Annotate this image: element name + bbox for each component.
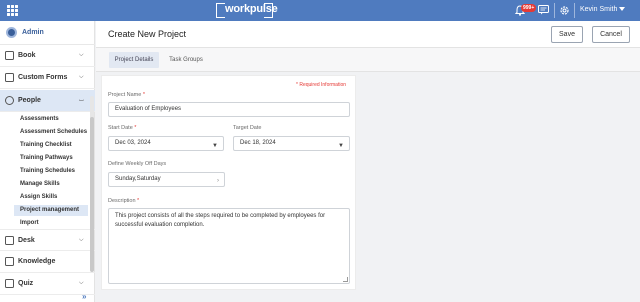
start-date-select[interactable]: Dec 03, 2024 ▼ bbox=[108, 136, 224, 151]
brand-logo-left-bracket bbox=[216, 3, 225, 18]
target-date-label: Target Date bbox=[233, 125, 262, 131]
sidebar-subitem-training-schedules[interactable]: Training Schedules bbox=[20, 168, 75, 174]
chevron-down-icon[interactable] bbox=[619, 7, 625, 11]
target-date-select[interactable]: Dec 18, 2024 ▼ bbox=[233, 136, 350, 151]
admin-label: Admin bbox=[22, 29, 44, 36]
tab-task-groups[interactable]: Task Groups bbox=[164, 52, 208, 68]
knowledge-icon bbox=[5, 257, 14, 266]
project-name-value: Evaluation of Employees bbox=[115, 106, 182, 112]
sidebar-subitem-training-pathways[interactable]: Training Pathways bbox=[20, 155, 73, 161]
sidebar-item-label: Quiz bbox=[18, 280, 34, 287]
brand-logo-right-bracket bbox=[264, 3, 273, 18]
chevron-right-icon: › bbox=[217, 178, 219, 184]
people-icon bbox=[5, 96, 14, 105]
sidebar-item-custom-forms[interactable]: Custom Forms ⌵ bbox=[0, 67, 95, 89]
desk-icon bbox=[5, 236, 14, 245]
sidebar-subitem-manage-skills[interactable]: Manage Skills bbox=[20, 181, 60, 187]
sidebar-item-quiz[interactable]: Quiz ⌵ bbox=[0, 273, 95, 295]
description-value: This project consists of all the steps r… bbox=[115, 213, 326, 228]
sidebar-subitem-assessments[interactable]: Assessments bbox=[20, 116, 59, 122]
quiz-icon bbox=[5, 279, 14, 288]
sidebar-subitem-assign-skills[interactable]: Assign Skills bbox=[20, 194, 57, 200]
sidebar-scrollbar-thumb[interactable] bbox=[90, 117, 94, 272]
save-button[interactable]: Save bbox=[551, 26, 583, 43]
target-date-value: Dec 18, 2024 bbox=[240, 140, 276, 146]
cancel-button[interactable]: Cancel bbox=[592, 26, 630, 43]
start-date-value: Dec 03, 2024 bbox=[115, 140, 151, 146]
topbar-divider bbox=[574, 3, 575, 18]
chevron-down-icon: ⌵ bbox=[79, 52, 84, 58]
chevron-down-icon: ▼ bbox=[212, 143, 218, 149]
apps-grid-icon[interactable] bbox=[7, 5, 18, 16]
description-textarea[interactable]: This project consists of all the steps r… bbox=[108, 208, 350, 284]
chevron-down-icon: ▼ bbox=[338, 143, 344, 149]
top-bar: workpulse 999+ Kevin Smith bbox=[0, 0, 640, 21]
textarea-resize-handle[interactable] bbox=[343, 277, 348, 282]
sidebar-item-label: Desk bbox=[18, 237, 35, 244]
weekly-off-days-select[interactable]: Sunday,Saturday › bbox=[108, 172, 225, 187]
sidebar-item-label: Custom Forms bbox=[18, 74, 68, 81]
notification-badge: 999+ bbox=[521, 4, 537, 12]
tab-bar: Project Details Task Groups bbox=[96, 48, 640, 72]
project-name-input[interactable]: Evaluation of Employees bbox=[108, 102, 350, 117]
gear-icon[interactable] bbox=[559, 5, 570, 16]
topbar-divider bbox=[554, 3, 555, 18]
sidebar-item-label: Book bbox=[18, 52, 36, 59]
chevron-down-icon: ⌵ bbox=[79, 74, 84, 80]
sidebar-subitem-import[interactable]: Import bbox=[20, 220, 39, 226]
admin-icon bbox=[6, 27, 17, 38]
sidebar-subitem-assessment-schedules[interactable]: Assessment Schedules bbox=[20, 129, 87, 135]
collapse-sidebar-icon[interactable]: » bbox=[82, 292, 86, 301]
sidebar-subitem-project-management[interactable]: Project management bbox=[14, 205, 88, 216]
user-name[interactable]: Kevin Smith bbox=[580, 6, 617, 13]
chevron-down-icon: ⌵ bbox=[79, 280, 84, 286]
page-title: Create New Project bbox=[108, 29, 187, 39]
sidebar-item-desk[interactable]: Desk ⌵ bbox=[0, 229, 95, 251]
weekly-off-days-label: Define Weekly Off Days bbox=[108, 161, 167, 167]
project-name-label: Project Name * bbox=[108, 92, 145, 98]
sidebar-admin[interactable]: Admin bbox=[0, 21, 95, 45]
sidebar-item-knowledge[interactable]: Knowledge bbox=[0, 251, 95, 273]
chevron-up-icon: ⌴ bbox=[79, 97, 84, 103]
sidebar-subitem-training-checklist[interactable]: Training Checklist bbox=[20, 142, 72, 148]
sidebar: Admin Book ⌵ Custom Forms ⌵ People ⌴ Ass… bbox=[0, 21, 95, 302]
book-icon bbox=[5, 51, 14, 60]
description-label: Description * bbox=[108, 198, 140, 204]
chevron-down-icon: ⌵ bbox=[79, 237, 84, 243]
weekly-off-days-value: Sunday,Saturday bbox=[115, 176, 161, 182]
chat-icon[interactable] bbox=[538, 5, 549, 15]
page-header: Create New Project Save Cancel bbox=[96, 21, 640, 48]
required-information-note: * Required Information bbox=[296, 82, 347, 88]
sidebar-item-label: Knowledge bbox=[18, 258, 56, 265]
sidebar-item-book[interactable]: Book ⌵ bbox=[0, 45, 95, 67]
form-icon bbox=[5, 73, 14, 82]
sidebar-item-people[interactable]: People ⌴ bbox=[0, 90, 95, 112]
sidebar-item-label: People bbox=[18, 97, 41, 104]
tab-project-details[interactable]: Project Details bbox=[109, 52, 159, 68]
start-date-label: Start Date * bbox=[108, 125, 137, 131]
